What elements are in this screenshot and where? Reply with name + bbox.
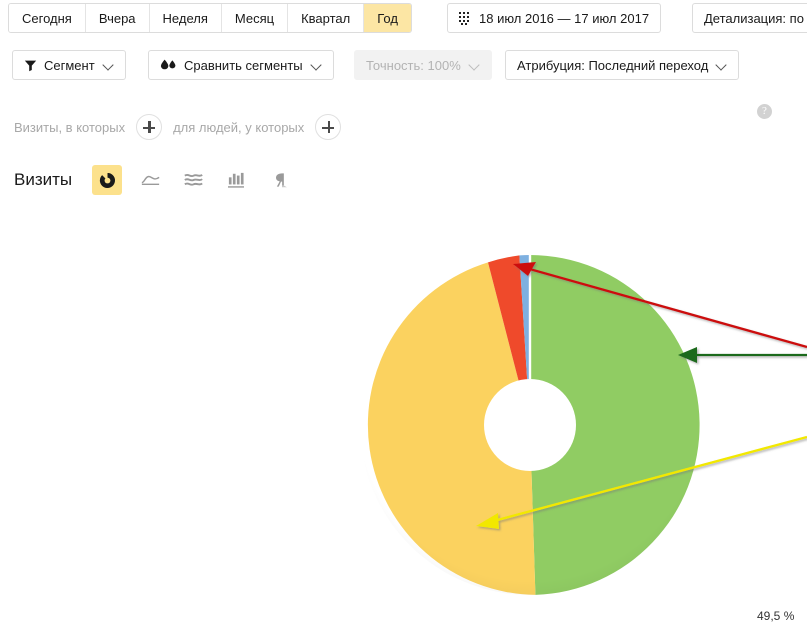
pie-chart-area: 46,5 % 49,5 %	[0, 205, 807, 625]
detalization-label: Детализация: по	[704, 10, 804, 26]
viz-button-area[interactable]	[178, 165, 208, 195]
period-tab-year[interactable]: Год	[364, 4, 411, 32]
map-pin-icon	[275, 172, 287, 187]
period-tab-today[interactable]: Сегодня	[9, 4, 86, 32]
viz-button-map[interactable]	[264, 165, 294, 195]
filter-people-label: для людей, у которых	[173, 119, 305, 135]
funnel-icon	[24, 60, 37, 71]
chevron-down-icon	[717, 60, 727, 70]
date-range-label: 18 июл 2016 — 17 июл 2017	[479, 10, 650, 26]
add-people-filter-button[interactable]	[315, 114, 342, 140]
segment-button[interactable]: Сегмент	[12, 50, 126, 80]
bar-chart-icon	[228, 172, 245, 188]
filter-builder: Визиты, в которых для людей, у которых	[14, 112, 342, 142]
viz-button-bar[interactable]	[221, 165, 251, 195]
detalization-button[interactable]: Детализация: по	[692, 3, 807, 33]
attribution-label: Атрибуция: Последний переход	[517, 57, 709, 73]
add-visit-filter-button[interactable]	[136, 114, 163, 140]
chevron-down-icon	[104, 60, 114, 70]
date-range-button[interactable]: 18 июл 2016 — 17 июл 2017	[447, 3, 662, 33]
pie-chart-svg[interactable]	[0, 205, 807, 625]
viz-button-line[interactable]	[135, 165, 165, 195]
metric-bar: Визиты	[14, 163, 307, 197]
period-tab-yesterday[interactable]: Вчера	[85, 4, 150, 32]
line-chart-icon	[141, 175, 160, 185]
period-tab-quarter[interactable]: Квартал	[288, 4, 365, 32]
period-tab-week[interactable]: Неделя	[149, 4, 222, 32]
accuracy-button[interactable]: Точность: 100%	[354, 50, 492, 80]
chevron-down-icon	[312, 60, 322, 70]
compare-segments-button[interactable]: Сравнить сегменты	[148, 50, 334, 80]
filter-visits-label: Визиты, в которых	[14, 119, 126, 135]
viz-button-pie[interactable]	[92, 165, 123, 195]
analytics-report-page: Сегодня Вчера Неделя Месяц Квартал Год 1…	[0, 0, 807, 625]
accuracy-label: Точность: 100%	[366, 57, 461, 73]
segment-label: Сегмент	[44, 57, 95, 73]
calendar-grid-icon	[459, 11, 472, 25]
period-tab-month[interactable]: Месяц	[221, 4, 289, 32]
metric-title: Визиты	[14, 170, 73, 189]
help-icon[interactable]: ?	[757, 104, 772, 119]
compare-segments-label: Сравнить сегменты	[184, 57, 303, 73]
chevron-down-icon	[470, 60, 480, 70]
two-drops-icon	[160, 59, 176, 70]
pie-label-green: 49,5 %	[757, 609, 795, 623]
donut-hole	[484, 379, 576, 471]
period-tab-group[interactable]: Сегодня Вчера Неделя Месяц Квартал Год	[8, 3, 412, 33]
area-chart-icon	[183, 173, 203, 186]
pie-chart-icon	[99, 172, 115, 188]
attribution-button[interactable]: Атрибуция: Последний переход	[505, 50, 740, 80]
period-toolbar: Сегодня Вчера Неделя Месяц Квартал Год 1…	[0, 0, 807, 40]
segment-toolbar: Сегмент Сравнить сегменты Точность: 100%…	[0, 48, 807, 119]
